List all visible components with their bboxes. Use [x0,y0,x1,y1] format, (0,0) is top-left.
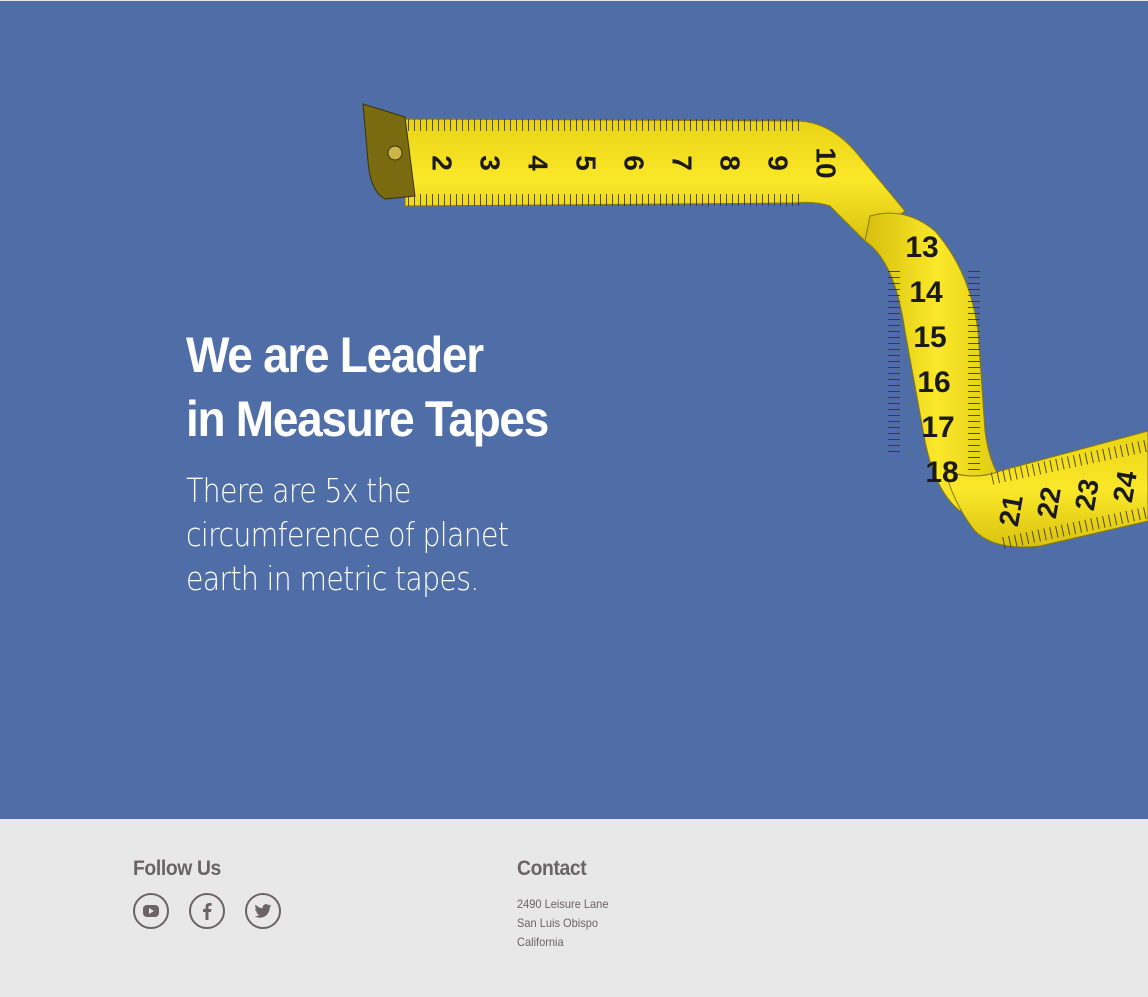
tape-number: 7 [667,155,698,171]
social-links [133,893,281,929]
tape-number: 22 [1031,485,1067,521]
twitter-icon[interactable] [245,893,281,929]
tape-number: 15 [913,321,946,354]
tape-number: 13 [905,231,938,264]
tape-number: 9 [763,155,794,171]
contact-address: 2490 Leisure Lane San Luis Obispo Califo… [517,895,608,952]
hero-subtitle: There are 5x the circumference of planet… [186,471,509,598]
tape-number: 17 [921,411,954,444]
follow-us-heading: Follow Us [133,857,221,880]
tape-number: 5 [571,155,602,171]
address-line: San Luis Obispo [517,916,599,930]
tape-number: 3 [475,155,506,171]
tape-number: 18 [925,456,958,489]
tape-number: 2 [427,155,458,171]
tape-number: 21 [993,493,1029,529]
youtube-icon[interactable] [133,893,169,929]
tape-number: 8 [715,155,746,171]
hero-title-line1: We are Leader [186,327,484,383]
tape-number: 16 [917,366,950,399]
tape-number: 14 [909,276,943,309]
hero-title-line2: in Measure Tapes [186,391,549,447]
tape-number: 24 [1107,468,1143,504]
footer: Follow Us Contact 2490 Leisure Lane San … [0,819,1148,997]
tape-number: 4 [523,155,554,171]
hero-section: 2 3 4 5 6 7 8 9 10 13 14 15 16 17 18 21 22 23 24 We are … [0,0,1148,819]
tape-number: 10 [811,147,842,178]
measuring-tape-image: 2 3 4 5 6 7 8 9 10 131415161718 21 22 23 24 [362,103,1148,550]
facebook-icon[interactable] [189,893,225,929]
hero-title: We are Leader in Measure Tapes [186,323,549,451]
tape-number: 23 [1069,477,1105,513]
tape-number: 6 [619,155,650,171]
address-line: California [517,935,564,949]
contact-heading: Contact [517,857,587,880]
address-line: 2490 Leisure Lane [517,897,609,911]
